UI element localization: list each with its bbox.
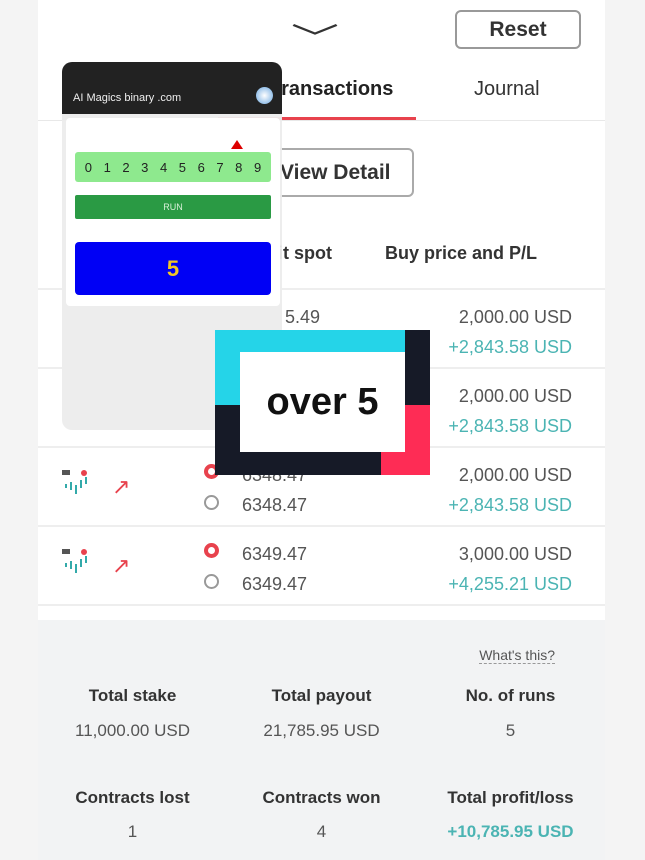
contracts-won-value: 4 bbox=[316, 822, 327, 841]
col-buy-price: Buy price and P/L bbox=[385, 243, 538, 263]
summary-panel: What's this? Total stake 11,000.00 USD T… bbox=[38, 620, 605, 860]
digit: 1 bbox=[103, 159, 111, 175]
profit-loss: +2,843.58 USD bbox=[448, 416, 572, 436]
exit-spot: 6349.47 bbox=[242, 574, 308, 594]
digit: 7 bbox=[216, 159, 224, 175]
digits-contract-icon bbox=[62, 549, 88, 575]
buy-price: 3,000.00 USD bbox=[458, 544, 572, 564]
buy-price: 2,000.00 USD bbox=[458, 386, 572, 406]
buy-price: 2,000.00 USD bbox=[458, 465, 572, 485]
total-pl-label: Total profit/loss bbox=[447, 788, 574, 807]
whats-this-link[interactable]: What's this? bbox=[479, 647, 555, 664]
exit-marker-icon bbox=[204, 495, 219, 510]
overlay-text: over 5 bbox=[240, 352, 405, 452]
profit-loss: +2,843.58 USD bbox=[448, 495, 572, 515]
runs-value: 5 bbox=[505, 721, 516, 740]
reset-button[interactable]: Reset bbox=[455, 10, 581, 49]
total-stake-value: 11,000.00 USD bbox=[75, 721, 190, 740]
popup-header[interactable] bbox=[62, 62, 282, 114]
table-row[interactable]: ↗︎ 6349.47 6349.47 3,000.00 USD +4,255.2… bbox=[38, 525, 605, 606]
digit: 0 bbox=[84, 159, 93, 175]
entry-marker-icon bbox=[204, 543, 219, 558]
digit: 8 bbox=[235, 159, 243, 175]
digit: 2 bbox=[122, 159, 130, 175]
chevron-down-icon[interactable]: ﹀ bbox=[291, 14, 339, 58]
contracts-won-label: Contracts won bbox=[262, 788, 381, 807]
digit-marker-icon bbox=[231, 140, 243, 149]
profit-loss: +2,843.58 USD bbox=[448, 337, 572, 357]
profit-loss: +4,255.21 USD bbox=[448, 574, 572, 594]
total-stake-label: Total stake bbox=[88, 686, 177, 705]
tab-transactions[interactable]: Transactions bbox=[270, 78, 393, 101]
entry-spot: 6349.47 bbox=[242, 544, 308, 564]
popup-title: AI Magics binary .com bbox=[73, 92, 182, 104]
digit: 6 bbox=[197, 159, 205, 175]
contracts-lost-label: Contracts lost bbox=[75, 788, 190, 807]
digits-contract-icon bbox=[62, 470, 88, 496]
total-payout-value: 21,785.95 USD bbox=[263, 721, 380, 740]
exit-spot: 5.49 bbox=[285, 307, 321, 327]
digit: 3 bbox=[141, 159, 149, 175]
digit-strip: 0123456789 bbox=[75, 152, 271, 182]
run-button[interactable]: RUN bbox=[75, 195, 271, 219]
over-arrow-icon: ↗︎ bbox=[112, 474, 131, 499]
total-payout-label: Total payout bbox=[271, 686, 372, 705]
total-pl-value: +10,785.95 USD bbox=[447, 822, 574, 841]
contracts-lost-value: 1 bbox=[127, 822, 138, 841]
buy-price: 2,000.00 USD bbox=[458, 307, 572, 327]
exit-marker-icon bbox=[204, 574, 219, 589]
exit-spot: 6348.47 bbox=[242, 495, 308, 515]
globe-icon bbox=[256, 87, 273, 104]
over-arrow-icon: ↗︎ bbox=[112, 553, 131, 578]
tab-journal[interactable]: Journal bbox=[474, 78, 540, 101]
runs-label: No. of runs bbox=[465, 686, 556, 705]
digit: 9 bbox=[253, 159, 262, 175]
digit: 4 bbox=[159, 159, 168, 175]
digit: 5 bbox=[178, 159, 186, 175]
result-display: 5 bbox=[75, 242, 271, 295]
